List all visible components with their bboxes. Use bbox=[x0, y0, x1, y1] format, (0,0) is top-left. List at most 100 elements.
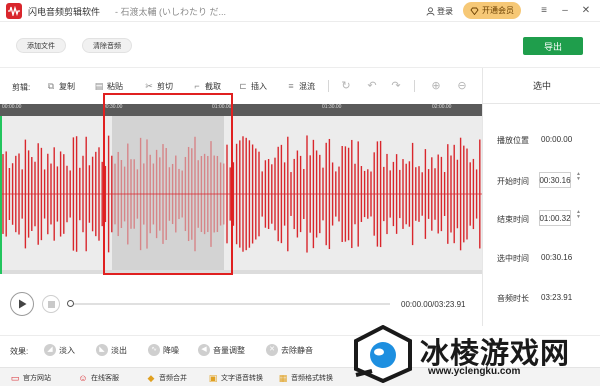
progress-knob[interactable] bbox=[67, 300, 74, 307]
edit-label: 剪辑: bbox=[12, 83, 31, 92]
mix-icon: ≡ bbox=[288, 81, 294, 91]
edit-toolbar: 剪辑: ⧉ 复制 ▤ 粘贴 ✂ 剪切 ⌐ 截取 ⊏ 插入 ≡ 混流 ↻ ↶ ↷ … bbox=[0, 74, 482, 98]
selection-highlight bbox=[103, 93, 233, 275]
playback-position-value: 00:00.00 bbox=[541, 135, 573, 144]
app-logo-icon bbox=[6, 3, 22, 19]
login-button[interactable]: 登录 bbox=[426, 4, 453, 18]
copy-icon: ⧉ bbox=[47, 81, 55, 91]
app-title: 闪电音频剪辑软件 bbox=[28, 7, 101, 17]
minimize-icon[interactable]: – bbox=[559, 5, 571, 17]
undo-icon[interactable]: ↶ bbox=[366, 80, 378, 92]
user-icon bbox=[426, 6, 435, 16]
fade-in-label: 淡入 bbox=[59, 345, 75, 355]
close-icon[interactable]: ✕ bbox=[580, 5, 592, 17]
redo-icon[interactable]: ↷ bbox=[390, 80, 402, 92]
waveform-area[interactable] bbox=[0, 116, 482, 272]
paste-icon: ▤ bbox=[94, 81, 104, 91]
fade-out-label: 淡出 bbox=[111, 345, 127, 355]
remove-silence-button[interactable]: ✕ 去除静音 bbox=[266, 343, 313, 357]
fade-in-button[interactable]: ◢ 淡入 bbox=[44, 343, 75, 357]
volume-adjust-label: 音量调整 bbox=[213, 345, 245, 355]
title-bar: 闪电音频剪辑软件 - 石渡太輔 (いしわたり だ... 登录 开通会员 ≡ – … bbox=[0, 0, 600, 22]
export-button[interactable]: 导出 bbox=[523, 37, 583, 55]
audio-duration-value: 03:23.91 bbox=[541, 293, 573, 302]
denoise-icon: ∿ bbox=[148, 344, 160, 356]
toolbar-divider bbox=[328, 80, 329, 92]
mix-button[interactable]: ≡ 混流 bbox=[286, 79, 315, 93]
denoise-label: 降噪 bbox=[163, 345, 179, 355]
watermark-url: www.yclengku.com bbox=[428, 366, 521, 377]
convert-icon: ▦ bbox=[278, 373, 288, 383]
playback-position-label: 播放位置 bbox=[497, 136, 529, 145]
fade-in-icon: ◢ bbox=[44, 344, 56, 356]
timeline-tick: 02:00.00 bbox=[432, 104, 452, 110]
selection-panel: 选中 播放位置 00:00.00 开始时间 00:30.16 ▲ ▼ 结束时间 0… bbox=[482, 68, 600, 326]
volume-adjust-button[interactable]: ◀ 音量调整 bbox=[198, 343, 245, 357]
official-website-link[interactable]: ▭ 官方网站 bbox=[10, 372, 51, 384]
start-time-input[interactable]: 00:30.16 bbox=[539, 172, 571, 188]
start-time-label: 开始时间 bbox=[497, 177, 529, 186]
crop-button[interactable]: ⌐ 截取 bbox=[192, 79, 221, 93]
selected-duration-label: 选中时间 bbox=[497, 254, 529, 263]
denoise-button[interactable]: ∿ 降噪 bbox=[148, 343, 179, 357]
document-title: - 石渡太輔 (いしわたり だ... bbox=[115, 7, 226, 17]
zoom-in-icon[interactable]: ⊕ bbox=[430, 80, 442, 92]
timeline-tick: 00:00.00 bbox=[2, 104, 22, 110]
add-file-button[interactable]: 添加文件 bbox=[16, 38, 66, 53]
insert-button[interactable]: ⊏ 插入 bbox=[238, 79, 267, 93]
playhead[interactable] bbox=[0, 116, 2, 274]
paste-button[interactable]: ▤ 粘贴 bbox=[94, 79, 123, 93]
login-label: 登录 bbox=[437, 6, 453, 16]
progress-bar[interactable] bbox=[72, 303, 390, 305]
mix-label: 混流 bbox=[299, 81, 315, 91]
insert-label: 插入 bbox=[251, 81, 267, 91]
merge-icon: ◆ bbox=[147, 373, 155, 383]
monitor-icon: ▭ bbox=[10, 373, 20, 383]
copy-label: 复制 bbox=[59, 81, 75, 91]
zoom-out-icon[interactable]: ⊖ bbox=[456, 80, 468, 92]
play-icon bbox=[18, 299, 26, 309]
speech-icon: ▣ bbox=[208, 373, 218, 383]
end-time-label: 结束时间 bbox=[497, 215, 529, 224]
menu-icon[interactable]: ≡ bbox=[538, 5, 550, 17]
toolbar-divider bbox=[414, 80, 415, 92]
stop-icon bbox=[47, 300, 55, 308]
online-support-link[interactable]: ☺ 在线客服 bbox=[78, 372, 119, 384]
volume-icon: ◀ bbox=[198, 344, 210, 356]
cut-icon: ✂ bbox=[145, 81, 153, 91]
text-speech-link[interactable]: ▣ 文字语音转换 bbox=[208, 372, 263, 384]
watermark-logo-icon bbox=[354, 325, 412, 383]
time-readout: 00:00.00/03:23.91 bbox=[401, 300, 466, 309]
audio-merge-link[interactable]: ◆ 音频合并 bbox=[146, 372, 187, 384]
panel-title: 选中 bbox=[483, 68, 600, 104]
support-icon: ☺ bbox=[78, 373, 88, 383]
format-convert-link[interactable]: ▦ 音频格式转换 bbox=[278, 372, 333, 384]
fade-out-button[interactable]: ◣ 淡出 bbox=[96, 343, 127, 357]
clear-audio-button[interactable]: 清除音频 bbox=[82, 38, 132, 53]
remove-silence-label: 去除静音 bbox=[281, 345, 313, 355]
vip-button[interactable]: 开通会员 bbox=[463, 2, 521, 19]
play-button[interactable] bbox=[10, 292, 34, 316]
silence-icon: ✕ bbox=[266, 344, 278, 356]
vip-label: 开通会员 bbox=[482, 6, 514, 15]
selected-duration-value: 00:30.16 bbox=[541, 253, 573, 262]
end-time-spin-icon[interactable]: ▲ ▼ bbox=[576, 210, 581, 220]
fade-out-icon: ◣ bbox=[96, 344, 108, 356]
audio-duration-label: 音频时长 bbox=[497, 294, 529, 303]
start-time-spin-icon[interactable]: ▲ ▼ bbox=[576, 172, 581, 182]
online-support-label: 在线客服 bbox=[91, 375, 119, 382]
loop-icon[interactable]: ↻ bbox=[340, 80, 352, 92]
text-speech-label: 文字语音转换 bbox=[221, 375, 263, 382]
end-time-input[interactable]: 01:00.32 bbox=[539, 210, 571, 226]
horizontal-scrollbar[interactable] bbox=[0, 270, 482, 274]
cut-button[interactable]: ✂ 剪切 bbox=[144, 79, 173, 93]
copy-button[interactable]: ⧉ 复制 bbox=[46, 79, 75, 93]
effects-label: 效果: bbox=[10, 347, 29, 356]
format-convert-label: 音频格式转换 bbox=[291, 375, 333, 382]
timeline-tick: 01:30.00 bbox=[322, 104, 342, 110]
stop-button[interactable] bbox=[42, 295, 60, 313]
insert-icon: ⊏ bbox=[239, 81, 247, 91]
audio-merge-label: 音频合并 bbox=[159, 375, 187, 382]
timeline-ruler[interactable]: 00:00.00 00:30.00 01:00.00 01:30.00 02:0… bbox=[0, 104, 482, 116]
crop-icon: ⌐ bbox=[194, 81, 200, 91]
